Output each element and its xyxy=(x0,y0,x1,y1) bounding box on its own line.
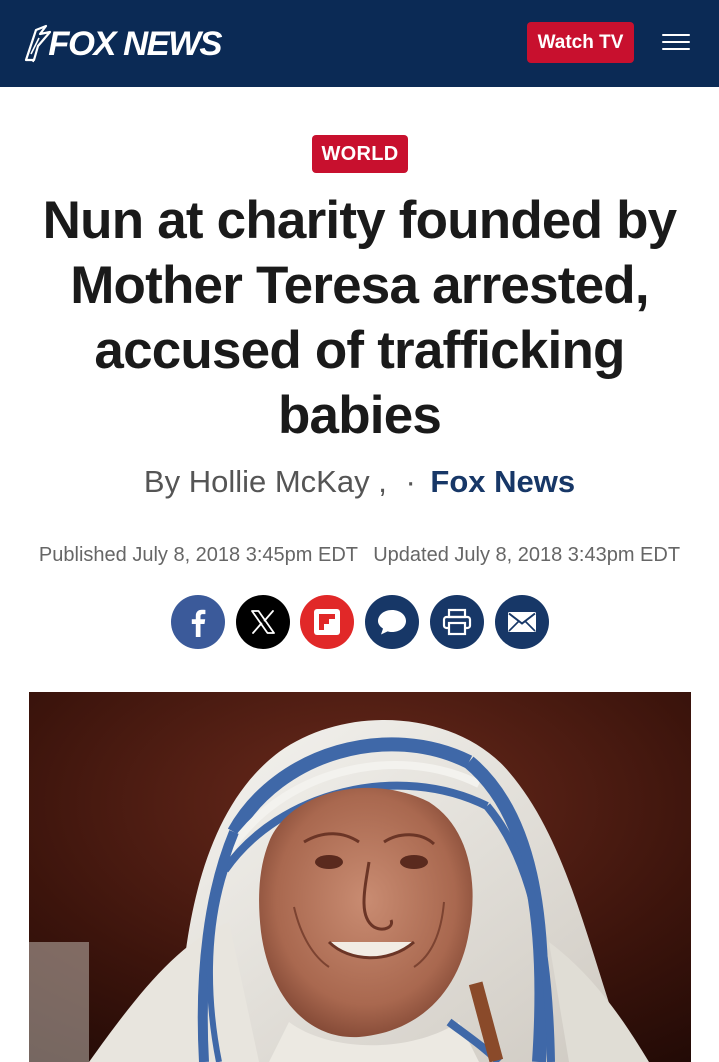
portrait-illustration xyxy=(29,692,691,1062)
article-headline: Nun at charity founded by Mother Teresa … xyxy=(42,191,678,445)
flipboard-icon xyxy=(314,609,340,635)
share-email-button[interactable] xyxy=(495,595,549,649)
article-dates: Published July 8, 2018 3:45pm EDT Update… xyxy=(0,542,719,568)
menu-line xyxy=(662,48,690,50)
facebook-icon xyxy=(191,609,206,637)
source-link[interactable]: Fox News xyxy=(430,464,575,499)
author-link[interactable]: Hollie McKay , xyxy=(189,464,387,499)
print-icon xyxy=(442,608,472,636)
logo-text: FOX NEWS xyxy=(48,25,222,63)
menu-line xyxy=(662,34,690,36)
byline-prefix: By xyxy=(143,464,181,499)
share-print-button[interactable] xyxy=(430,595,484,649)
watch-tv-button[interactable]: Watch TV xyxy=(527,22,634,63)
fox-news-logo[interactable]: FOX NEWS xyxy=(22,24,223,64)
byline: By Hollie McKay , · Fox News xyxy=(0,462,719,502)
menu-line xyxy=(662,41,690,43)
email-icon xyxy=(508,612,536,632)
share-facebook-button[interactable] xyxy=(171,595,225,649)
site-header: FOX NEWS Watch TV xyxy=(0,0,719,87)
share-x-button[interactable] xyxy=(236,595,290,649)
published-date: Published July 8, 2018 3:45pm EDT xyxy=(38,544,358,566)
share-comments-button[interactable] xyxy=(365,595,419,649)
byline-separator: · xyxy=(405,464,416,499)
share-flipboard-button[interactable] xyxy=(300,595,354,649)
updated-date: Updated July 8, 2018 3:43pm EDT xyxy=(373,544,681,566)
hamburger-menu-icon[interactable] xyxy=(660,31,692,53)
x-icon xyxy=(251,610,275,634)
category-tag[interactable]: WORLD xyxy=(312,135,408,173)
share-bar xyxy=(171,595,549,649)
comment-icon xyxy=(378,610,406,635)
article-photo xyxy=(29,692,691,1062)
